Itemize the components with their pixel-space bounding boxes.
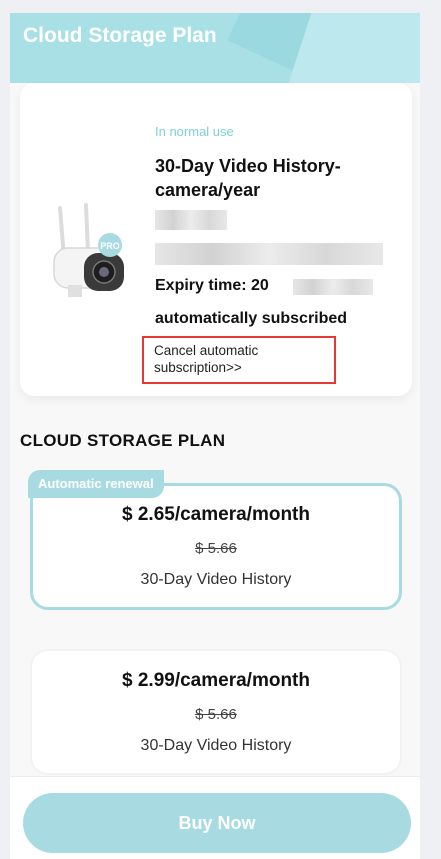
plan-history: 30-Day Video History xyxy=(140,737,292,754)
section-title: CLOUD STORAGE PLAN xyxy=(20,431,226,450)
plan-name: 30-Day Video History-camera/year xyxy=(155,156,341,200)
plan-old-price: $ 5.66 xyxy=(195,706,237,723)
cancel-subscription-link[interactable]: Cancel automatic subscription>> xyxy=(154,342,324,376)
plan-price: $ 2.99/camera/month xyxy=(122,670,310,691)
pro-badge-label: PRO xyxy=(100,241,120,251)
plan-history: 30-Day Video History xyxy=(140,571,292,588)
automatic-renewal-badge: Automatic renewal xyxy=(28,470,164,498)
buy-now-button[interactable]: Buy Now xyxy=(23,793,411,853)
auto-subscribed-label: automatically subscribed xyxy=(155,310,348,327)
plan-card-monthly-auto[interactable]: $ 2.65/camera/month $ 5.66 30-Day Video … xyxy=(30,483,402,610)
redacted-text xyxy=(155,210,227,230)
plan-card-monthly[interactable]: $ 2.99/camera/month $ 5.66 30-Day Video … xyxy=(30,649,402,775)
header-banner: Cloud Storage Plan xyxy=(10,13,420,83)
app-screen: Cloud Storage Plan PRO In normal use 30-… xyxy=(10,13,420,859)
redacted-text xyxy=(155,243,383,265)
camera-image: PRO xyxy=(53,203,124,297)
plan-old-price: $ 5.66 xyxy=(195,540,237,557)
plan-price: $ 2.65/camera/month xyxy=(122,504,310,525)
redacted-text xyxy=(293,279,373,295)
footer-bar: Buy Now xyxy=(10,776,420,859)
status-label: In normal use xyxy=(155,124,234,139)
page-title: Cloud Storage Plan xyxy=(23,24,217,47)
expiry-time: Expiry time: 20 xyxy=(155,277,269,294)
